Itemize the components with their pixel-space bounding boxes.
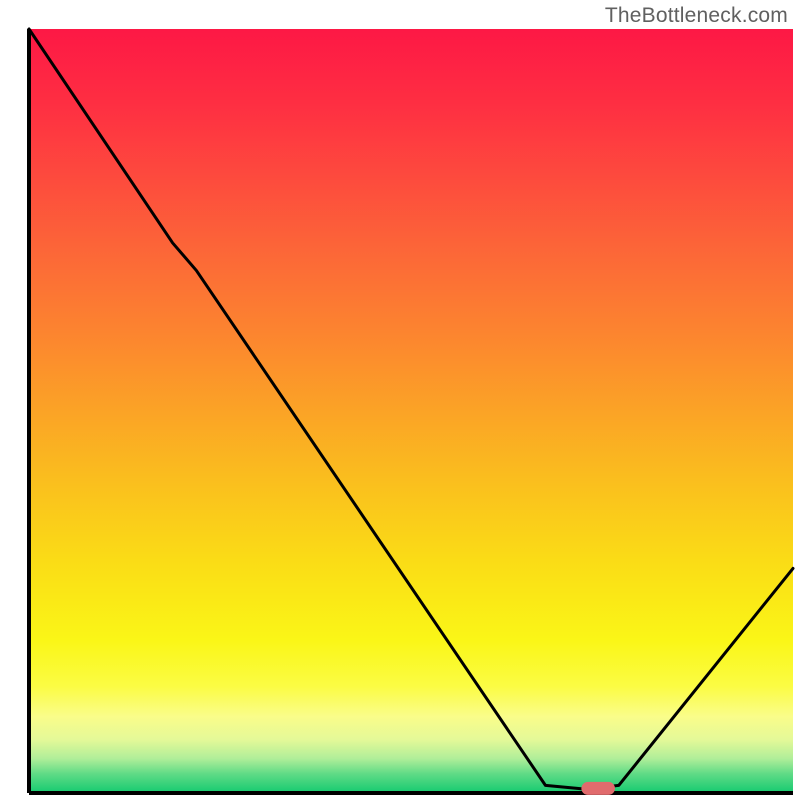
chart-svg [0, 0, 800, 800]
plot-background [29, 29, 793, 793]
bottleneck-chart: TheBottleneck.com [0, 0, 800, 800]
optimal-marker [581, 782, 615, 795]
